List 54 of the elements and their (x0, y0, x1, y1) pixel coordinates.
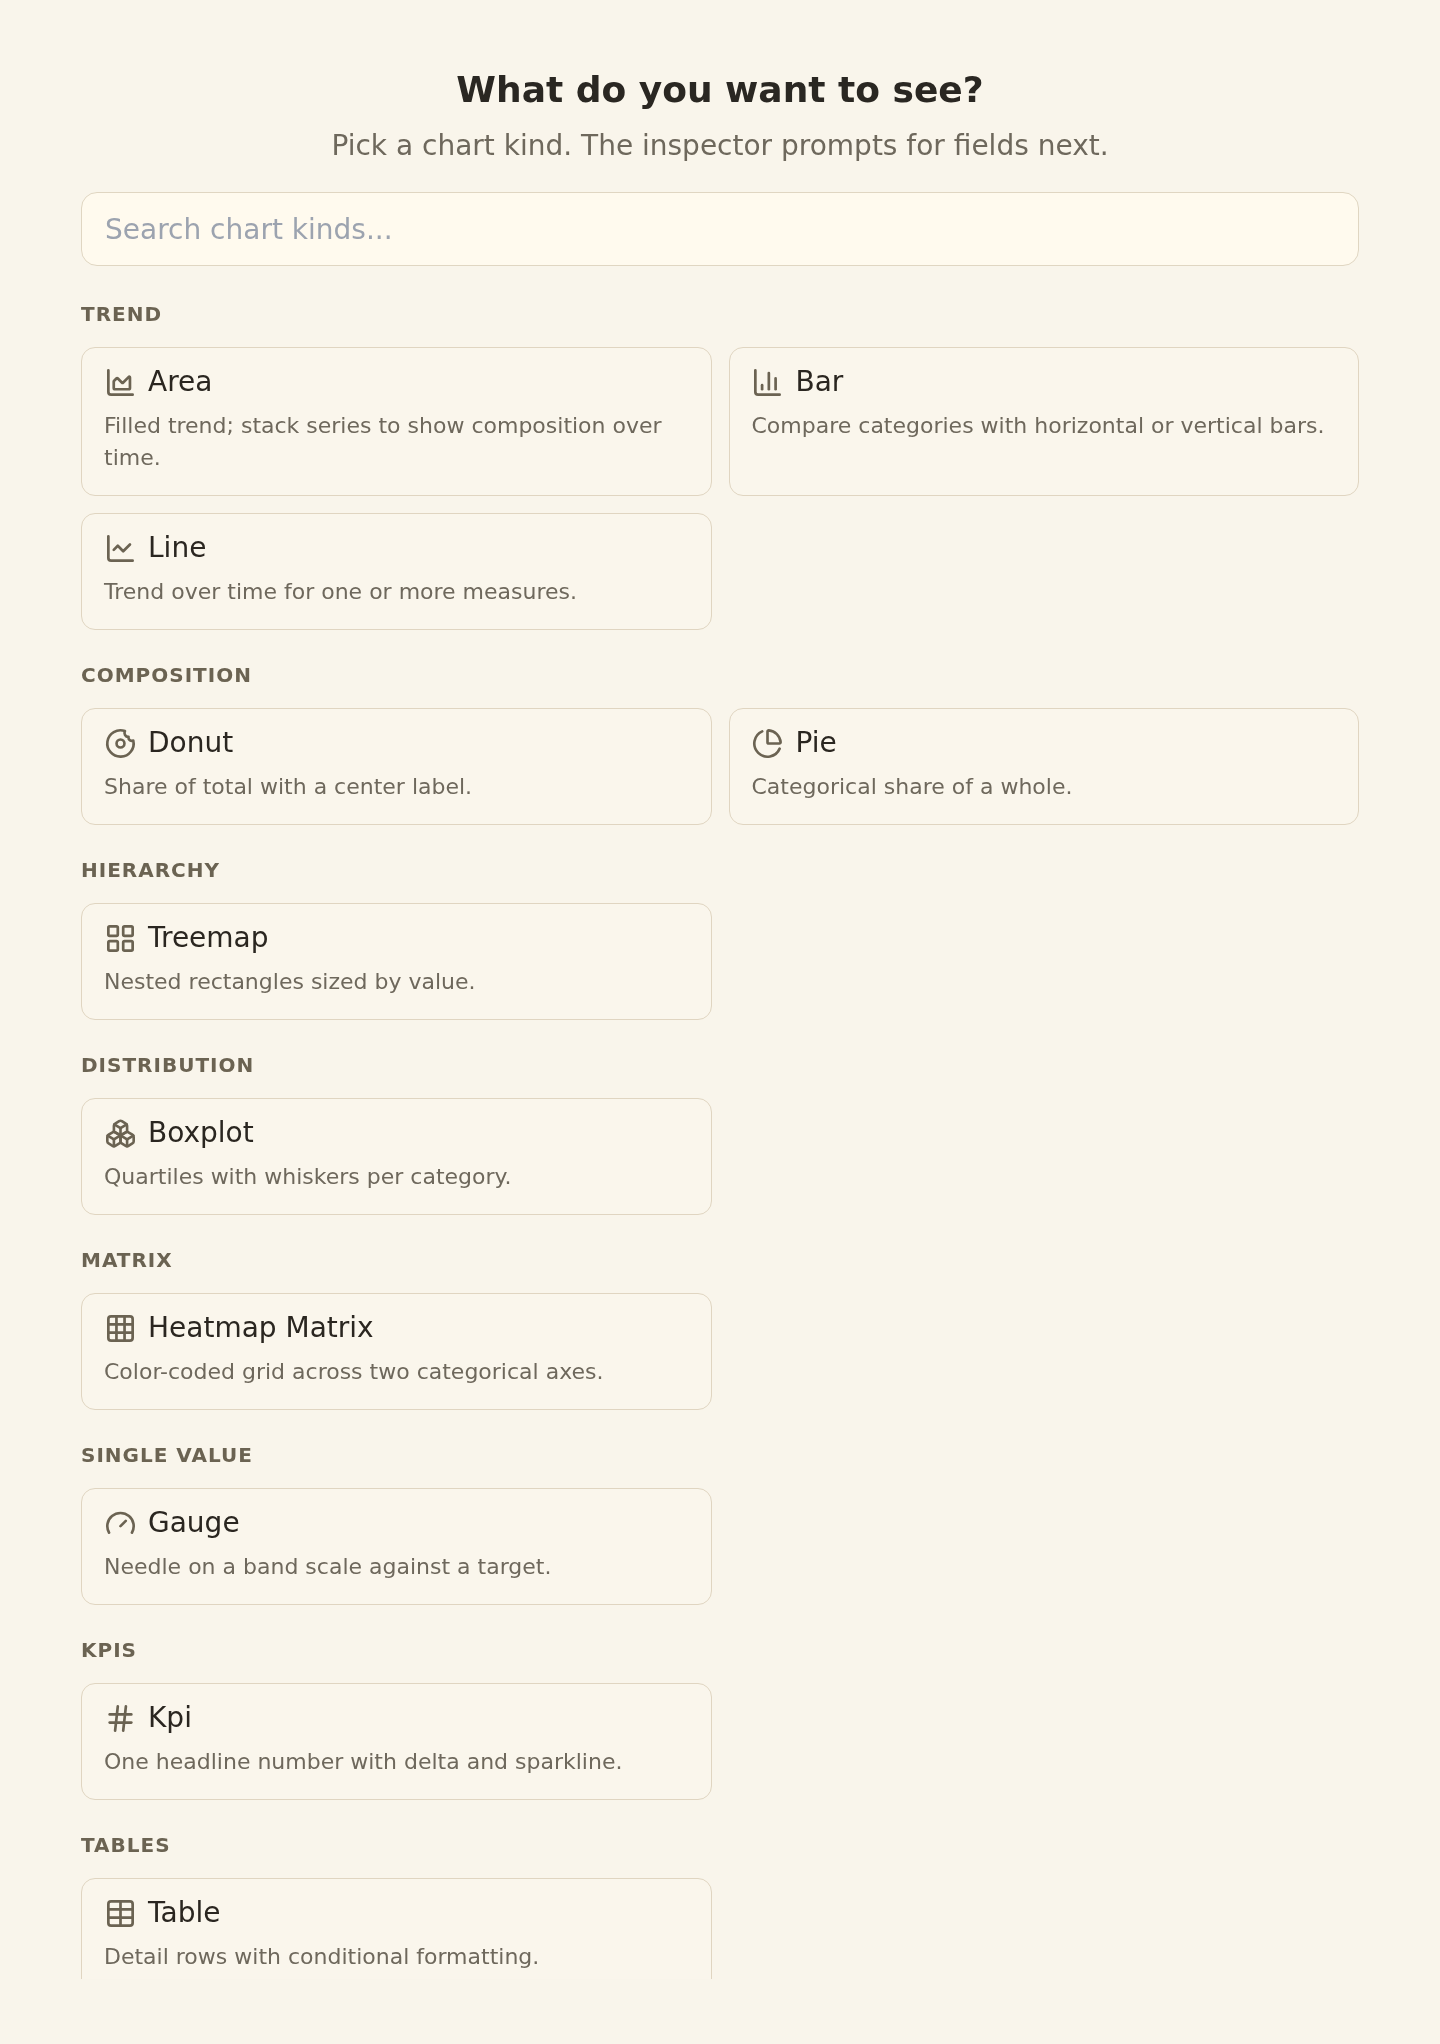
hash-icon (106, 1704, 134, 1732)
card-description: Compare categories with horizontal or vertical bars. (751, 412, 1326, 440)
chart-kind-card[interactable]: Table Detail rows with conditional formatting. (81, 1878, 712, 1979)
card-description: Filled trend; stack series to show composition over time. (104, 412, 663, 472)
chart-kind-card[interactable]: Area Filled trend; stack series to show composition over time. (81, 347, 712, 496)
chart-kind-card[interactable]: Pie Categorical share of a whole. (728, 708, 1359, 825)
card-description: Needle on a band scale against a target. (104, 1553, 553, 1581)
card-title: Treemap (148, 923, 269, 953)
card-description: Trend over time for one or more measures. (104, 578, 578, 606)
grid-icon (106, 1314, 134, 1342)
card-title: Line (148, 533, 207, 563)
chart-kind-card[interactable]: Kpi One headline number with delta and sparkline. (81, 1683, 712, 1800)
card-title: Kpi (148, 1703, 192, 1733)
pie-chart-icon (753, 728, 782, 758)
card-title: Pie (795, 728, 837, 758)
section-heading: KPIS (81, 1638, 138, 1662)
page-title: What do you want to see? (455, 68, 985, 112)
section-heading: SINGLE VALUE (81, 1443, 254, 1467)
card-title: Heatmap Matrix (148, 1313, 374, 1343)
chart-kind-card[interactable]: Heatmap Matrix Color-coded grid across two categorical axes. (81, 1293, 712, 1410)
card-title: Table (148, 1898, 221, 1928)
section-heading: TREND (81, 302, 164, 326)
section-heading: COMPOSITION (81, 663, 253, 687)
card-title: Area (148, 367, 213, 397)
card-description: One headline number with delta and sparkline. (104, 1748, 624, 1776)
card-title: Donut (148, 728, 234, 758)
section-heading: MATRIX (81, 1248, 174, 1272)
card-description: Nested rectangles sized by value. (104, 968, 477, 996)
card-description: Categorical share of a whole. (751, 773, 1074, 801)
section-heading: HIERARCHY (81, 858, 222, 882)
section-heading: TABLES (81, 1833, 172, 1857)
chart-kind-card[interactable]: Bar Compare categories with horizontal or vertical bars. (728, 347, 1359, 496)
four-squares-icon (106, 924, 134, 952)
chart-kind-card[interactable]: Line Trend over time for one or more measures. (81, 513, 712, 630)
card-description: Share of total with a center label. (104, 773, 474, 801)
card-description: Color-coded grid across two categorical axes. (104, 1358, 605, 1386)
table-icon (106, 1899, 134, 1927)
bar-chart-icon (754, 368, 781, 396)
page-subtitle: Pick a chart kind. The inspector prompts for fields next. (330, 128, 1110, 164)
area-chart-icon (106, 368, 134, 396)
chart-kind-card[interactable]: Gauge Needle on a band scale against a target. (81, 1488, 712, 1605)
chart-kind-card[interactable]: Boxplot Quartiles with whiskers per category. (81, 1098, 712, 1215)
card-title: Gauge (148, 1508, 240, 1538)
section-heading: DISTRIBUTION (81, 1053, 256, 1077)
card-title: Boxplot (148, 1118, 254, 1148)
boxes-icon (105, 1118, 135, 1148)
line-chart-icon (106, 534, 134, 562)
chart-kind-card[interactable]: Treemap Nested rectangles sized by value. (81, 903, 712, 1020)
card-description: Quartiles with whiskers per category. (104, 1163, 513, 1191)
chart-kind-card[interactable]: Donut Share of total with a center label. (81, 708, 712, 825)
donut-icon (105, 728, 135, 758)
card-description: Detail rows with conditional formatting. (104, 1943, 541, 1971)
search-field[interactable]: Search chart kinds... (81, 192, 1359, 266)
card-title: Bar (795, 367, 844, 397)
